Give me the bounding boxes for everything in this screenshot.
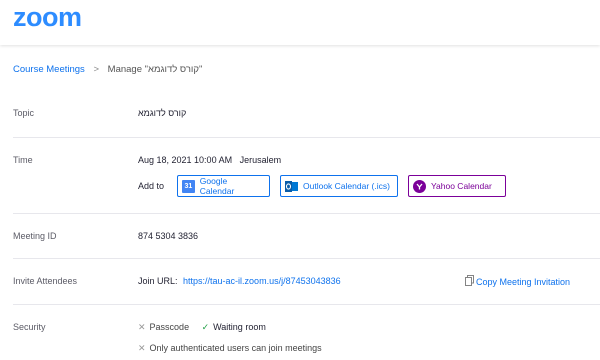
- passcode-status: ✕ Passcode ✓ Waiting room: [138, 322, 266, 333]
- yahoo-calendar-button[interactable]: Yahoo Calendar: [408, 175, 506, 197]
- checkmark-icon: ✓: [201, 322, 210, 332]
- passcode-label: Passcode: [149, 322, 190, 332]
- breadcrumb-current: Manage "קורס לדוגמא": [107, 64, 203, 75]
- auth-only-status: ✕ Only authenticated users can join meeti…: [138, 343, 322, 354]
- add-to-label: Add to: [138, 181, 165, 191]
- x-icon: ✕: [138, 322, 146, 332]
- x-icon: ✕: [138, 343, 146, 353]
- meeting-date: Aug 18, 2021 10:00 AM: [138, 155, 233, 165]
- meeting-datetime: Aug 18, 2021 10:00 AM Jerusalem: [138, 155, 281, 165]
- auth-only-label: Only authenticated users can join meetin…: [149, 343, 322, 353]
- breadcrumb: Course Meetings > Manage "קורס לדוגמא": [13, 64, 202, 75]
- invite-attendees-row: Invite Attendees Join URL: https://tau-a…: [13, 259, 600, 305]
- topic-value: קורס לדוגמא: [138, 108, 187, 118]
- outlook-calendar-label: Outlook Calendar (.ics): [303, 181, 390, 191]
- outlook-icon: [285, 180, 298, 193]
- topic-label: Topic: [13, 108, 35, 118]
- meeting-id-row: Meeting ID 874 5304 3836: [13, 214, 600, 259]
- google-calendar-label: Google Calendar: [199, 176, 235, 196]
- topic-row: Topic קורס לדוגמא: [13, 92, 600, 138]
- meeting-id-label: Meeting ID: [13, 231, 57, 241]
- google-calendar-icon-text: 31: [184, 182, 193, 190]
- security-label: Security: [13, 322, 46, 332]
- yahoo-calendar-label: Yahoo Calendar: [431, 181, 492, 191]
- join-url-line: Join URL: https://tau-ac-il.zoom.us/j/87…: [138, 276, 341, 286]
- google-calendar-icon: 31: [182, 179, 195, 193]
- time-label: Time: [13, 155, 33, 165]
- meeting-timezone: Jerusalem: [239, 155, 282, 165]
- google-calendar-button[interactable]: 31 Google Calendar: [177, 175, 270, 197]
- outlook-calendar-button[interactable]: Outlook Calendar (.ics): [280, 175, 398, 197]
- join-url-link[interactable]: https://tau-ac-il.zoom.us/j/87453043836: [183, 276, 341, 286]
- top-bar: zoom: [0, 0, 600, 45]
- copy-invitation-label: Copy Meeting Invitation: [476, 276, 571, 287]
- zoom-logo[interactable]: zoom: [13, 2, 82, 33]
- breadcrumb-separator: >: [93, 64, 100, 75]
- yahoo-icon: [413, 179, 426, 193]
- join-url-prefix: Join URL:: [138, 276, 178, 286]
- breadcrumb-course-meetings-link[interactable]: Course Meetings: [13, 64, 85, 75]
- copy-invitation-button[interactable]: Copy Meeting Invitation: [465, 275, 570, 288]
- copy-icon: [465, 275, 474, 288]
- waiting-room-label: Waiting room: [213, 322, 266, 332]
- meeting-id-value: 874 5304 3836: [138, 231, 199, 241]
- security-row: Security ✕ Passcode ✓ Waiting room ✕ Only a…: [13, 305, 600, 360]
- invite-attendees-label: Invite Attendees: [13, 276, 78, 286]
